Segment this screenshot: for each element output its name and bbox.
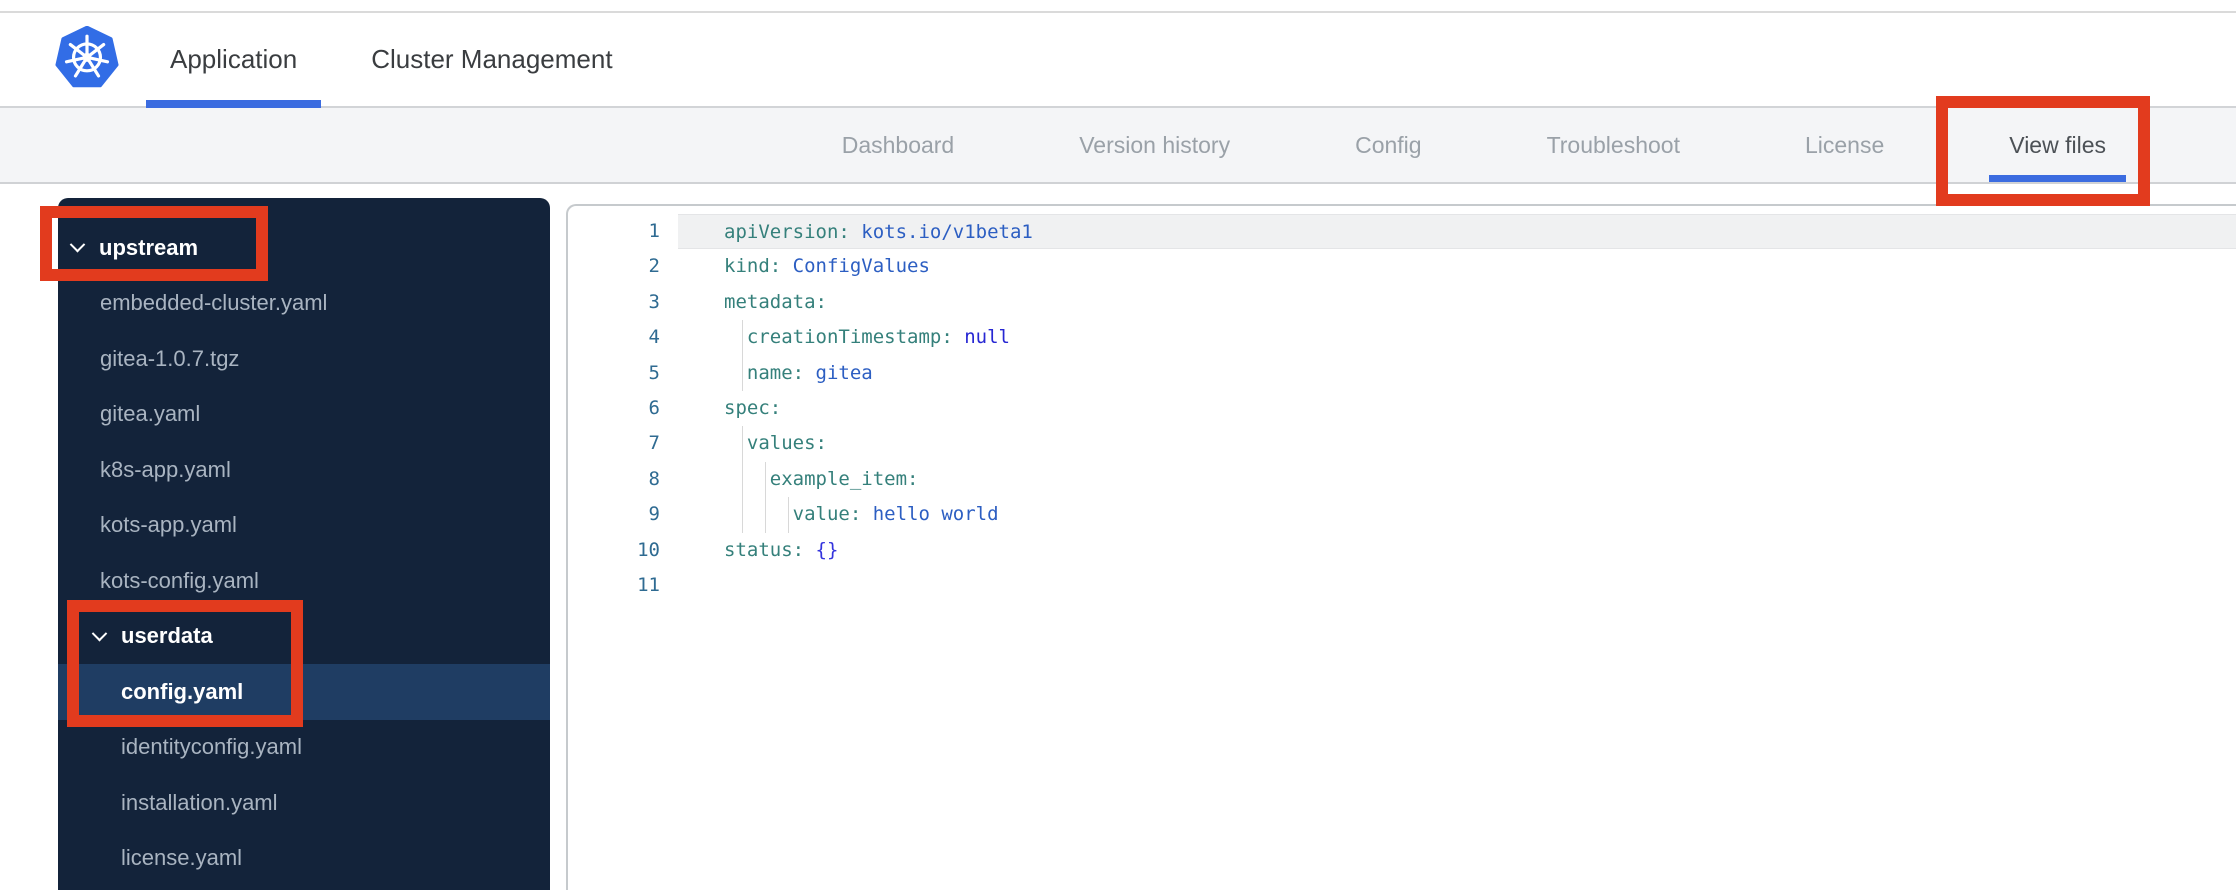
tree-file-config-yaml[interactable]: config.yaml (58, 664, 550, 720)
tree-file-k8s-app-yaml[interactable]: k8s-app.yaml (58, 442, 550, 498)
line-number: 9 (648, 503, 660, 526)
code-line-content: example_item: (678, 461, 2236, 498)
file-label: kots-config.yaml (100, 567, 259, 593)
indent-guide (742, 461, 743, 498)
line-number: 4 (648, 326, 660, 349)
tree-file-identityconfig-yaml[interactable]: identityconfig.yaml (58, 720, 550, 776)
code-line: 4 creationTimestamp: null (568, 320, 2236, 356)
file-label: config.yaml (121, 678, 244, 704)
file-label: k8s-app.yaml (100, 456, 231, 482)
tree-file-gitea-1-0-7-tgz[interactable]: gitea-1.0.7.tgz (58, 331, 550, 387)
app-header: Application Cluster Management (0, 11, 2236, 108)
code-line-content: apiVersion: kots.io/v1beta1 (678, 214, 2236, 250)
code-line: 10 status: {} (568, 533, 2236, 568)
code-line-content: values: (678, 426, 2236, 462)
tree-file-kots-app-yaml[interactable]: kots-app.yaml (58, 498, 550, 554)
token-kw: null (952, 326, 1010, 349)
subnav-tab-config[interactable]: Config (1335, 108, 1441, 182)
folder-label: userdata (121, 623, 213, 649)
token-val: ConfigValues (781, 255, 930, 278)
code-line: 5 name: gitea (568, 355, 2236, 391)
token-key: values: (724, 432, 827, 455)
token-key: name: (724, 361, 805, 384)
code-line: 7 values: (568, 426, 2236, 462)
code-line-content: kind: ConfigValues (678, 249, 2236, 284)
file-label: kots-app.yaml (100, 512, 237, 538)
header-tab-cluster-management[interactable]: Cluster Management (347, 13, 636, 106)
code-line-content: creationTimestamp: null (678, 320, 2236, 356)
code-line: 8 example_item: (568, 461, 2236, 498)
token-key: value: (724, 503, 862, 526)
tree-file-embedded-cluster-yaml[interactable]: embedded-cluster.yaml (58, 276, 550, 332)
subnav-tab-troubleshoot[interactable]: Troubleshoot (1527, 108, 1700, 182)
token-key: example_item: (724, 467, 919, 490)
indent-guide (742, 320, 743, 356)
app-subnav: Dashboard Version history Config Troublesho… (0, 108, 2236, 184)
line-number: 3 (648, 290, 660, 313)
line-number: 7 (648, 432, 660, 455)
token-key: creationTimestamp: (724, 326, 953, 349)
line-number: 8 (648, 467, 660, 490)
code-line-content: spec: (678, 391, 2236, 426)
token-val: kots.io/v1beta1 (849, 221, 1033, 243)
code-line: 6 spec: (568, 391, 2236, 426)
file-tree-sidebar: upstream embedded-cluster.yaml gitea-1.0.7… (58, 198, 550, 890)
token-key: metadata: (724, 290, 827, 313)
token-key: status: (724, 538, 805, 561)
indent-guide (764, 461, 766, 498)
code-line: 2 kind: ConfigValues (568, 249, 2236, 284)
token-val: gitea (804, 361, 873, 384)
code-line-content: status: {} (678, 533, 2236, 568)
indent-guide (787, 497, 789, 533)
line-number: 6 (648, 396, 660, 419)
tree-file-gitea-yaml[interactable]: gitea.yaml (58, 387, 550, 443)
token-val: hello world (861, 503, 999, 526)
indent-guide (742, 426, 743, 462)
line-number: 2 (648, 255, 660, 278)
indent-guide (742, 355, 743, 391)
token-kw2: {} (804, 538, 839, 561)
kots-admin-console: Application Cluster Management Dashboard V… (0, 0, 2236, 890)
subnav-tab-view-files[interactable]: View files (1989, 108, 2126, 182)
yaml-file-viewer[interactable]: 1 apiVersion: kots.io/v1beta1 2 kind: Confi… (566, 204, 2236, 890)
file-label: gitea-1.0.7.tgz (100, 345, 240, 371)
kubernetes-logo-icon (55, 26, 119, 88)
code-line-content (678, 568, 2236, 603)
code-line: 3 metadata: (568, 285, 2236, 320)
chevron-down-icon (91, 625, 108, 642)
tree-file-kots-config-yaml[interactable]: kots-config.yaml (58, 553, 550, 609)
code-line: 9 value: hello world (568, 497, 2236, 533)
tree-folder-userdata[interactable]: userdata (58, 609, 550, 665)
file-label: gitea.yaml (100, 401, 201, 427)
file-label: embedded-cluster.yaml (100, 290, 328, 316)
code-line-content: metadata: (678, 285, 2236, 320)
token-key: apiVersion: (724, 221, 850, 243)
code-line: 1 apiVersion: kots.io/v1beta1 (568, 214, 2236, 250)
tree-file-installation-yaml[interactable]: installation.yaml (58, 775, 550, 831)
header-tabs: Application Cluster Management (146, 13, 637, 108)
code-line-content: value: hello world (678, 497, 2236, 533)
indent-guide (764, 497, 766, 533)
file-label: installation.yaml (121, 789, 278, 815)
line-number: 10 (637, 538, 660, 561)
line-number: 11 (637, 573, 660, 596)
indent-guide (742, 497, 743, 533)
file-label: identityconfig.yaml (121, 734, 302, 760)
subnav-tab-version-history[interactable]: Version history (1059, 108, 1250, 182)
tree-folder-upstream[interactable]: upstream (58, 220, 550, 276)
line-number: 1 (648, 220, 660, 242)
header-tab-application[interactable]: Application (146, 13, 322, 108)
token-key: kind: (724, 255, 782, 278)
tree-file-license-yaml[interactable]: license.yaml (58, 831, 550, 887)
code-line-content: name: gitea (678, 355, 2236, 391)
token-key: spec: (724, 396, 782, 419)
subnav-tab-license[interactable]: License (1785, 108, 1904, 182)
code-line: 11 (568, 568, 2236, 603)
line-number: 5 (648, 361, 660, 384)
subnav-tab-dashboard[interactable]: Dashboard (822, 108, 975, 182)
chevron-down-icon (69, 237, 86, 253)
file-label: license.yaml (121, 845, 243, 871)
folder-label: upstream (99, 234, 199, 260)
